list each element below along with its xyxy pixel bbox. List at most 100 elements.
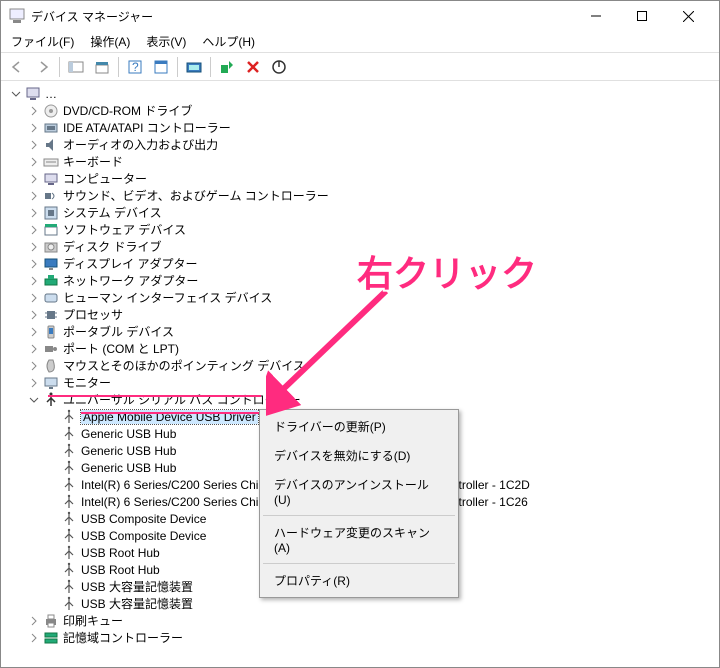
tree-category[interactable]: 印刷キュー [27,612,711,629]
chevron-right-icon[interactable] [27,106,41,116]
tree-category[interactable]: IDE ATA/ATAPI コントローラー [27,119,711,136]
chevron-right-icon[interactable] [27,310,41,320]
usb-device-icon [61,443,77,459]
tree-category[interactable]: ディスク ドライブ [27,238,711,255]
tree-item-label: マウスとそのほかのポインティング デバイス [63,357,305,374]
chevron-right-icon[interactable] [27,378,41,388]
chevron-right-icon[interactable] [27,191,41,201]
tree-item-label: Generic USB Hub [81,461,176,475]
minimize-button[interactable] [573,1,619,31]
tree-category[interactable]: モニター [27,374,711,391]
tb-forward-button[interactable] [31,55,55,79]
chevron-right-icon[interactable] [27,633,41,643]
app-icon [9,8,25,24]
tree-category[interactable]: ユニバーサル シリアル バス コントローラー [27,391,711,408]
chevron-right-icon[interactable] [27,259,41,269]
tree-item-label: コンピューター [63,170,147,187]
chevron-right-icon[interactable] [27,293,41,303]
audio-icon [43,137,59,153]
tree-category[interactable]: オーディオの入力および出力 [27,136,711,153]
tree-item-label: システム デバイス [63,204,162,221]
tree-category[interactable]: ポート (COM と LPT) [27,340,711,357]
tree-item-label: ディスク ドライブ [63,238,162,255]
menubar: ファイル(F) 操作(A) 表示(V) ヘルプ(H) [1,31,719,53]
tree-category[interactable]: ディスプレイ アダプター [27,255,711,272]
menu-file[interactable]: ファイル(F) [5,31,80,52]
tree-category[interactable]: サウンド、ビデオ、およびゲーム コントローラー [27,187,711,204]
tb-update-driver-button[interactable] [215,55,239,79]
chevron-right-icon[interactable] [27,157,41,167]
tb-refresh-button[interactable] [149,55,173,79]
tb-scan-button[interactable] [182,55,206,79]
chevron-right-icon[interactable] [27,361,41,371]
chevron-right-icon[interactable] [27,616,41,626]
root-label: … [45,87,57,101]
tb-separator [59,57,60,77]
computer-icon [43,171,59,187]
tree-category[interactable]: プロセッサ [27,306,711,323]
tree-item-label: Apple Mobile Device USB Driver [81,410,258,424]
menu-action[interactable]: 操作(A) [84,31,136,52]
svg-text:?: ? [132,60,139,74]
cm-separator [263,563,455,564]
chevron-right-icon[interactable] [27,140,41,150]
tree-item-label: オーディオの入力および出力 [63,136,218,153]
cm-update-driver[interactable]: ドライバーの更新(P) [262,412,456,441]
tree-category[interactable]: システム デバイス [27,204,711,221]
tree-category[interactable]: ポータブル デバイス [27,323,711,340]
tree-item-label: 印刷キュー [63,612,123,629]
tree-category[interactable]: コンピューター [27,170,711,187]
hid-icon [43,290,59,306]
sound-icon [43,188,59,204]
tb-uninstall-button[interactable] [241,55,265,79]
cm-uninstall-device[interactable]: デバイスのアンインストール(U) [262,470,456,513]
chevron-right-icon[interactable] [27,123,41,133]
chevron-right-icon[interactable] [27,344,41,354]
menu-view[interactable]: 表示(V) [140,31,192,52]
menu-help[interactable]: ヘルプ(H) [196,31,261,52]
chevron-right-icon[interactable] [27,327,41,337]
chevron-right-icon[interactable] [27,225,41,235]
tree-item-label: ディスプレイ アダプター [63,255,198,272]
tree-item-label: ソフトウェア デバイス [63,221,186,238]
tree-category[interactable]: ヒューマン インターフェイス デバイス [27,289,711,306]
port-icon [43,341,59,357]
tree-root-row[interactable]: … [9,85,711,102]
chevron-right-icon[interactable] [27,174,41,184]
tree-item-label: ポート (COM と LPT) [63,340,179,357]
usb-device-icon [61,477,77,493]
usb-device-icon [61,545,77,561]
maximize-button[interactable] [619,1,665,31]
disk-icon [43,239,59,255]
tree-category[interactable]: ソフトウェア デバイス [27,221,711,238]
expander-icon[interactable] [9,89,23,99]
tree-item-label: DVD/CD-ROM ドライブ [63,102,192,119]
tb-properties-button[interactable] [90,55,114,79]
cm-scan-hardware[interactable]: ハードウェア変更のスキャン(A) [262,518,456,561]
usb-icon [43,392,59,408]
tb-help-button[interactable]: ? [123,55,147,79]
tb-show-hidden-button[interactable] [64,55,88,79]
tb-disable-button[interactable] [267,55,291,79]
chevron-right-icon[interactable] [27,208,41,218]
tree-category[interactable]: キーボード [27,153,711,170]
display-icon [43,256,59,272]
system-icon [43,205,59,221]
chevron-right-icon[interactable] [27,276,41,286]
chevron-right-icon[interactable] [27,242,41,252]
tree-category[interactable]: 記憶域コントローラー [27,629,711,646]
tree-category[interactable]: ネットワーク アダプター [27,272,711,289]
usb-device-icon [61,511,77,527]
computer-icon [25,86,41,102]
tb-back-button[interactable] [5,55,29,79]
chevron-down-icon[interactable] [27,395,41,405]
cm-properties[interactable]: プロパティ(R) [262,566,456,595]
tree-item-label: Generic USB Hub [81,444,176,458]
tree-category[interactable]: DVD/CD-ROM ドライブ [27,102,711,119]
tree-category[interactable]: マウスとそのほかのポインティング デバイス [27,357,711,374]
cm-disable-device[interactable]: デバイスを無効にする(D) [262,441,456,470]
tree-item-label: 記憶域コントローラー [63,629,183,646]
mouse-icon [43,358,59,374]
monitor-icon [43,375,59,391]
close-button[interactable] [665,1,711,31]
